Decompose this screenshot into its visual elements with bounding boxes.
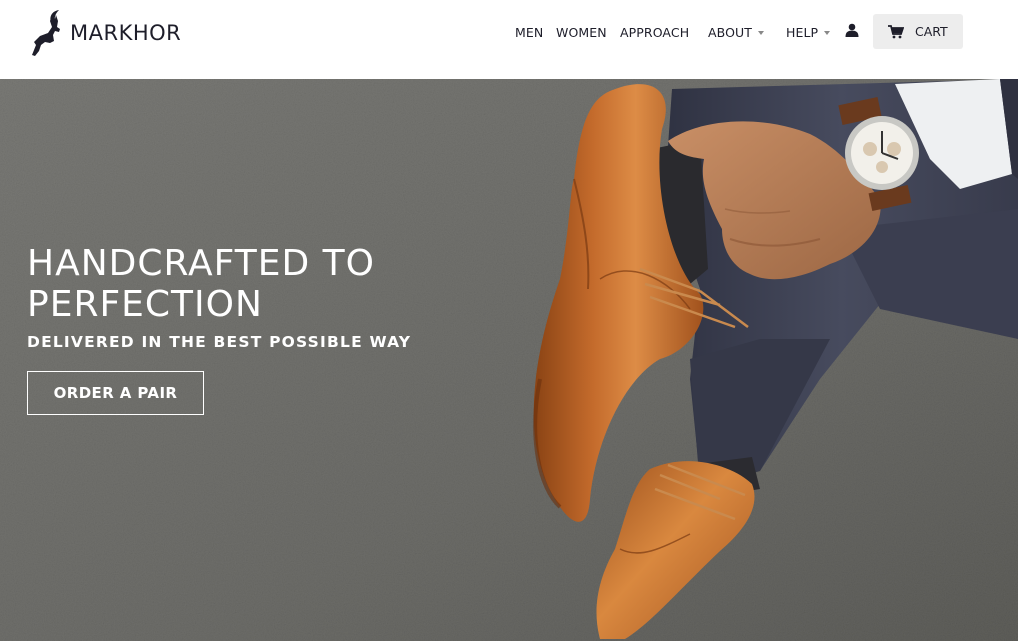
- cart-icon: [888, 24, 904, 38]
- nav-item-men[interactable]: MEN: [515, 25, 543, 40]
- user-icon: [845, 23, 859, 37]
- markhor-logo-icon: [32, 10, 60, 56]
- brand-logo-link[interactable]: MARKHOR: [26, 9, 181, 57]
- hero-title: HANDCRAFTED TO PERFECTION: [27, 243, 375, 325]
- nav-item-help[interactable]: HELP: [786, 25, 831, 40]
- nav-item-about[interactable]: ABOUT: [708, 25, 765, 40]
- chevron-down-icon: [758, 31, 765, 35]
- nav-item-approach[interactable]: APPROACH: [620, 25, 689, 40]
- cart-button[interactable]: CART: [873, 14, 963, 49]
- nav-item-women[interactable]: WOMEN: [556, 25, 607, 40]
- chevron-down-icon: [824, 31, 831, 35]
- nav-item-about-label: ABOUT: [708, 25, 753, 40]
- brand-name: MARKHOR: [70, 21, 182, 45]
- account-link[interactable]: [845, 23, 861, 39]
- nav-item-help-label: HELP: [786, 25, 819, 40]
- site-header: MARKHOR MEN WOMEN APPROACH ABOUT HELP CA…: [0, 0, 1018, 79]
- hero-banner: HANDCRAFTED TO PERFECTION DELIVERED IN T…: [0, 79, 1018, 641]
- cart-label: CART: [915, 24, 948, 39]
- order-a-pair-button[interactable]: ORDER A PAIR: [27, 371, 204, 415]
- hero-subtitle: DELIVERED IN THE BEST POSSIBLE WAY: [27, 333, 412, 351]
- hero-background-image: [0, 79, 1018, 641]
